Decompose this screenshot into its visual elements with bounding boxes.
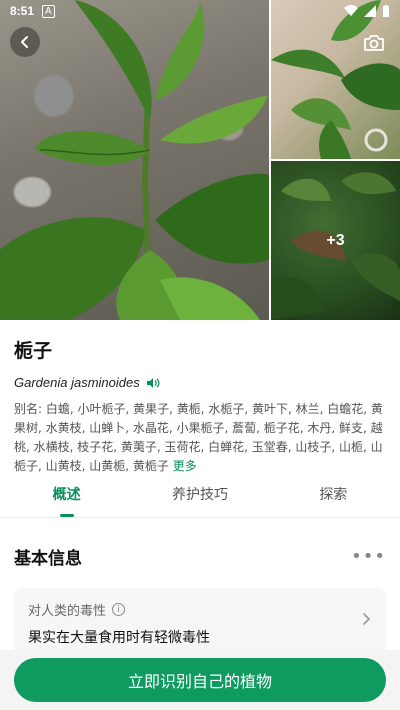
alias-list: 别名: 白蟾, 小叶栀子, 黄果子, 黄栀, 水栀子, 黄叶下, 林兰, 白蟾花… — [14, 400, 386, 476]
signal-icon — [364, 5, 376, 17]
latin-name: Gardenia jasminoides — [14, 375, 140, 390]
battery-icon — [383, 4, 389, 17]
more-photos-count[interactable]: +3 — [271, 161, 400, 320]
wifi-icon — [344, 5, 358, 16]
camera-icon — [364, 35, 384, 51]
speaker-icon[interactable] — [146, 377, 160, 389]
tab-bar: 概述 养护技巧 探索 — [0, 470, 400, 518]
status-bar: 8:51 A — [0, 0, 400, 22]
plant-info-panel: 栀子 Gardenia jasminoides 别名: 白蟾, 小叶栀子, 黄果… — [0, 320, 400, 660]
chevron-right-icon — [363, 613, 371, 625]
toxicity-card[interactable]: 对人类的毒性 i 果实在大量食用时有轻微毒性 — [14, 588, 386, 656]
plant-photo-2[interactable] — [271, 0, 400, 159]
section-header: 基本信息 ••• — [14, 544, 386, 569]
info-icon[interactable]: i — [112, 603, 126, 616]
latin-name-row: Gardenia jasminoides — [14, 375, 386, 390]
back-button[interactable] — [10, 27, 40, 57]
section-title: 基本信息 — [14, 549, 82, 569]
toxicity-value: 果实在大量食用时有轻微毒性 — [28, 630, 210, 646]
toxicity-label: 对人类的毒性 — [28, 604, 107, 619]
status-icons — [344, 4, 390, 18]
chevron-left-icon — [21, 36, 28, 48]
toxicity-label-row: 对人类的毒性 i — [28, 600, 372, 619]
main-plant-photo[interactable] — [0, 0, 269, 320]
tab-overview[interactable]: 概述 — [0, 470, 133, 517]
photo-gallery: +3 — [0, 0, 400, 320]
identify-plant-button[interactable]: 立即识别自己的植物 — [14, 658, 386, 702]
tab-care-tips[interactable]: 养护技巧 — [133, 470, 266, 517]
alias-text: 别名: 白蟾, 小叶栀子, 黄果子, 黄栀, 水栀子, 黄叶下, 林兰, 白蟾花… — [14, 402, 383, 473]
status-time: 8:51 — [10, 4, 35, 18]
camera-button[interactable] — [360, 30, 388, 56]
bottom-action-bar: 立即识别自己的植物 — [0, 650, 400, 710]
more-options-icon[interactable]: ••• — [351, 546, 386, 567]
plant-name: 栀子 — [14, 340, 53, 362]
tab-explore[interactable]: 探索 — [267, 470, 400, 517]
status-notification-icon: A — [42, 4, 55, 18]
